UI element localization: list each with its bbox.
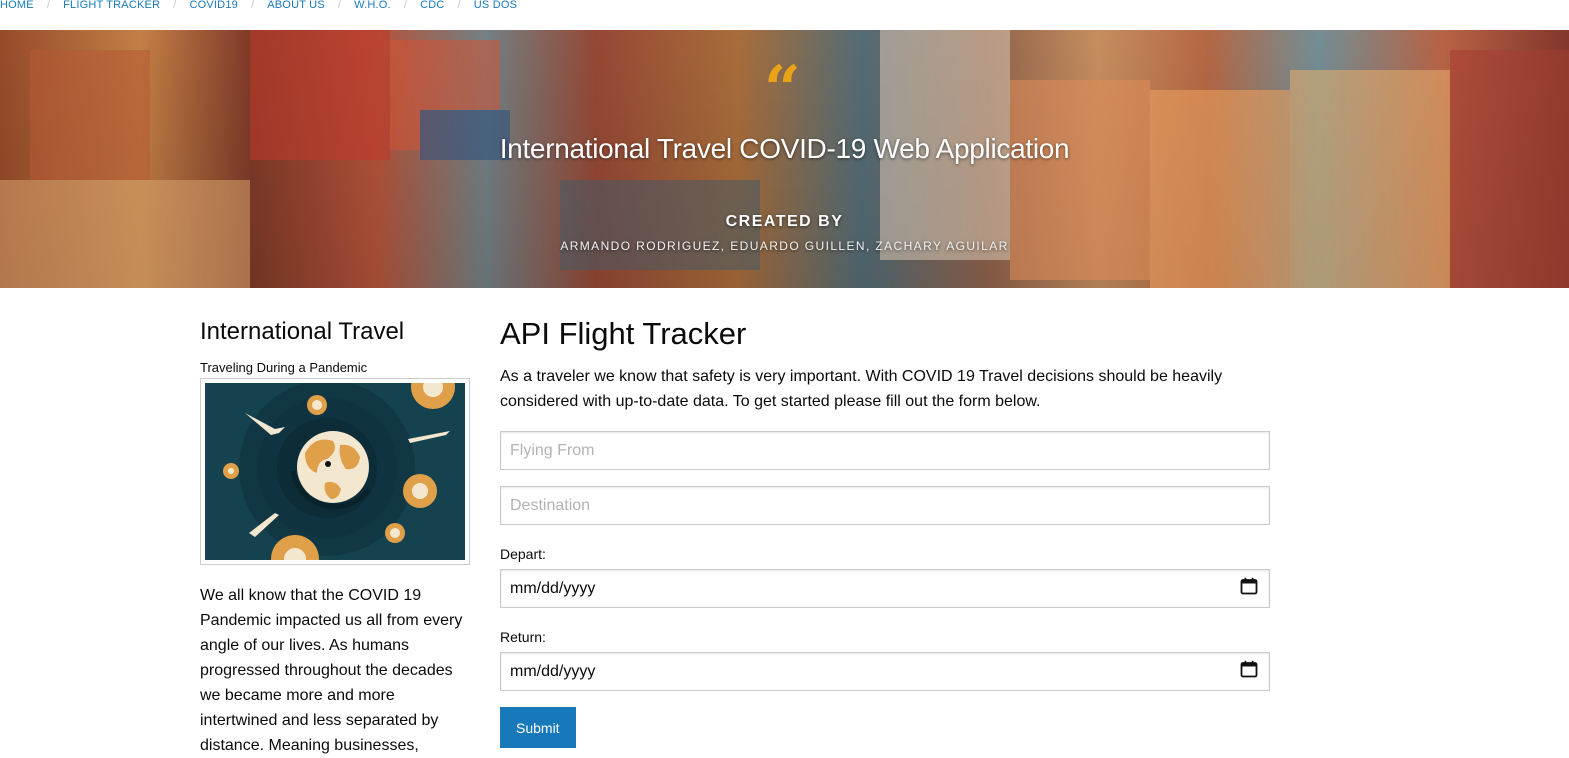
authors-text: ARMANDO RODRIGUEZ, EDUARDO GUILLEN, ZACH… bbox=[560, 239, 1009, 253]
depart-label: Depart: bbox=[500, 546, 546, 562]
crumb-flight-tracker[interactable]: FLIGHT TRACKER bbox=[63, 0, 160, 11]
main-content: API Flight Tracker As a traveler we know… bbox=[500, 316, 1270, 748]
crumb-separator: / bbox=[250, 0, 255, 11]
submit-button[interactable]: Submit bbox=[500, 707, 576, 748]
depart-date-input[interactable]: mm/dd/yyyy bbox=[500, 569, 1270, 608]
sidebar-title: International Travel bbox=[200, 318, 405, 345]
created-by-label: CREATED BY bbox=[725, 213, 844, 230]
sidebar-subtitle: Traveling During a Pandemic bbox=[200, 360, 368, 375]
crumb-about-us[interactable]: ABOUT US bbox=[267, 0, 325, 11]
crumb-separator: / bbox=[46, 0, 51, 11]
crumb-covid19[interactable]: COVID19 bbox=[189, 0, 237, 11]
return-label: Return: bbox=[500, 629, 546, 645]
calendar-icon[interactable] bbox=[1240, 577, 1258, 600]
breadcrumb: HOME / FLIGHT TRACKER / COVID19 / ABOUT … bbox=[0, 0, 1569, 30]
return-date-input[interactable]: mm/dd/yyyy bbox=[500, 652, 1270, 691]
crumb-us-dos[interactable]: US DOS bbox=[474, 0, 517, 11]
sidebar: International Travel Traveling During a … bbox=[200, 318, 472, 758]
hero-banner: “ International Travel COVID-19 Web Appl… bbox=[0, 30, 1569, 288]
hero-title: International Travel COVID-19 Web Applic… bbox=[499, 133, 1070, 164]
crumb-separator: / bbox=[173, 0, 177, 11]
depart-date-value: mm/dd/yyyy bbox=[510, 579, 596, 597]
flying-from-input[interactable] bbox=[500, 431, 1270, 470]
crumb-separator: / bbox=[457, 0, 461, 11]
calendar-icon[interactable] bbox=[1240, 660, 1258, 683]
crumb-separator: / bbox=[337, 0, 342, 11]
crumb-cdc[interactable]: CDC bbox=[420, 0, 444, 11]
crumb-home[interactable]: HOME bbox=[0, 0, 34, 11]
sidebar-text: We all know that the COVID 19 Pandemic i… bbox=[200, 587, 463, 754]
return-date-value: mm/dd/yyyy bbox=[510, 662, 596, 680]
pandemic-image bbox=[200, 378, 470, 565]
globe-virus-airplanes-icon bbox=[205, 383, 465, 560]
crumb-separator: / bbox=[403, 0, 408, 11]
quote-icon: “ bbox=[764, 52, 801, 127]
crumb-who[interactable]: W.H.O. bbox=[354, 0, 391, 11]
destination-input[interactable] bbox=[500, 486, 1270, 525]
page-title: API Flight Tracker bbox=[500, 316, 747, 351]
intro-text: As a traveler we know that safety is ver… bbox=[500, 368, 1223, 410]
